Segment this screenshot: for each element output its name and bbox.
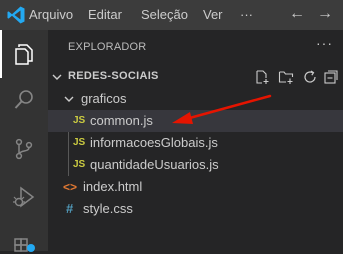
search-icon[interactable] (12, 88, 36, 112)
css-file-icon: # (66, 201, 74, 216)
vscode-logo-icon (7, 6, 25, 24)
file-index-html[interactable]: <> index.html (48, 176, 343, 198)
menu-editar[interactable]: Editar (88, 7, 122, 23)
explorer-more-button[interactable]: ··· (316, 35, 333, 51)
refresh-icon[interactable] (302, 69, 318, 85)
menu-ver[interactable]: Ver (203, 7, 223, 23)
file-label: common.js (90, 113, 153, 128)
explorer-title: EXPLORADOR (68, 41, 147, 53)
file-label: index.html (83, 179, 143, 194)
html-file-icon: <> (63, 180, 78, 194)
javascript-file-icon: JS (73, 159, 86, 170)
menu-selecao[interactable]: Seleção (141, 7, 188, 23)
file-quantidade-usuarios-js[interactable]: JS quantidadeUsuarios.js (48, 154, 343, 176)
source-control-icon[interactable] (12, 137, 36, 161)
file-style-css[interactable]: # style.css (48, 198, 343, 220)
chevron-down-icon (52, 74, 62, 80)
file-common-js[interactable]: JS common.js (48, 110, 343, 132)
new-file-icon[interactable] (254, 69, 270, 85)
explorer-icon[interactable] (12, 42, 36, 66)
activity-bar (0, 30, 48, 254)
javascript-file-icon: JS (73, 115, 86, 126)
new-folder-icon[interactable] (278, 69, 294, 85)
menu-more[interactable]: ··· (240, 7, 253, 23)
javascript-file-icon: JS (73, 137, 86, 148)
folder-graficos[interactable]: graficos (48, 88, 343, 110)
workspace-section-header[interactable]: REDES-SOCIAIS (48, 66, 343, 88)
file-label: style.css (83, 201, 133, 216)
file-label: quantidadeUsuarios.js (90, 157, 219, 172)
title-bar: Arquivo Editar Seleção Ver ··· ← → (0, 0, 343, 30)
forward-arrow-icon[interactable]: → (317, 4, 333, 24)
active-indicator (0, 30, 2, 78)
extensions-icon[interactable] (12, 230, 36, 254)
chevron-down-icon (64, 96, 74, 102)
file-label: informacoesGlobais.js (90, 135, 218, 150)
menu-arquivo[interactable]: Arquivo (29, 7, 73, 23)
collapse-all-icon[interactable] (323, 69, 339, 85)
back-arrow-icon[interactable]: ← (289, 4, 305, 24)
workspace-title: REDES-SOCIAIS (68, 70, 159, 82)
file-informacoes-globais-js[interactable]: JS informacoesGlobais.js (48, 132, 343, 154)
run-debug-icon[interactable] (12, 185, 36, 209)
explorer-sidebar: EXPLORADOR ··· REDES-SOCIAIS graficos JS… (48, 30, 343, 251)
folder-label: graficos (81, 91, 127, 106)
